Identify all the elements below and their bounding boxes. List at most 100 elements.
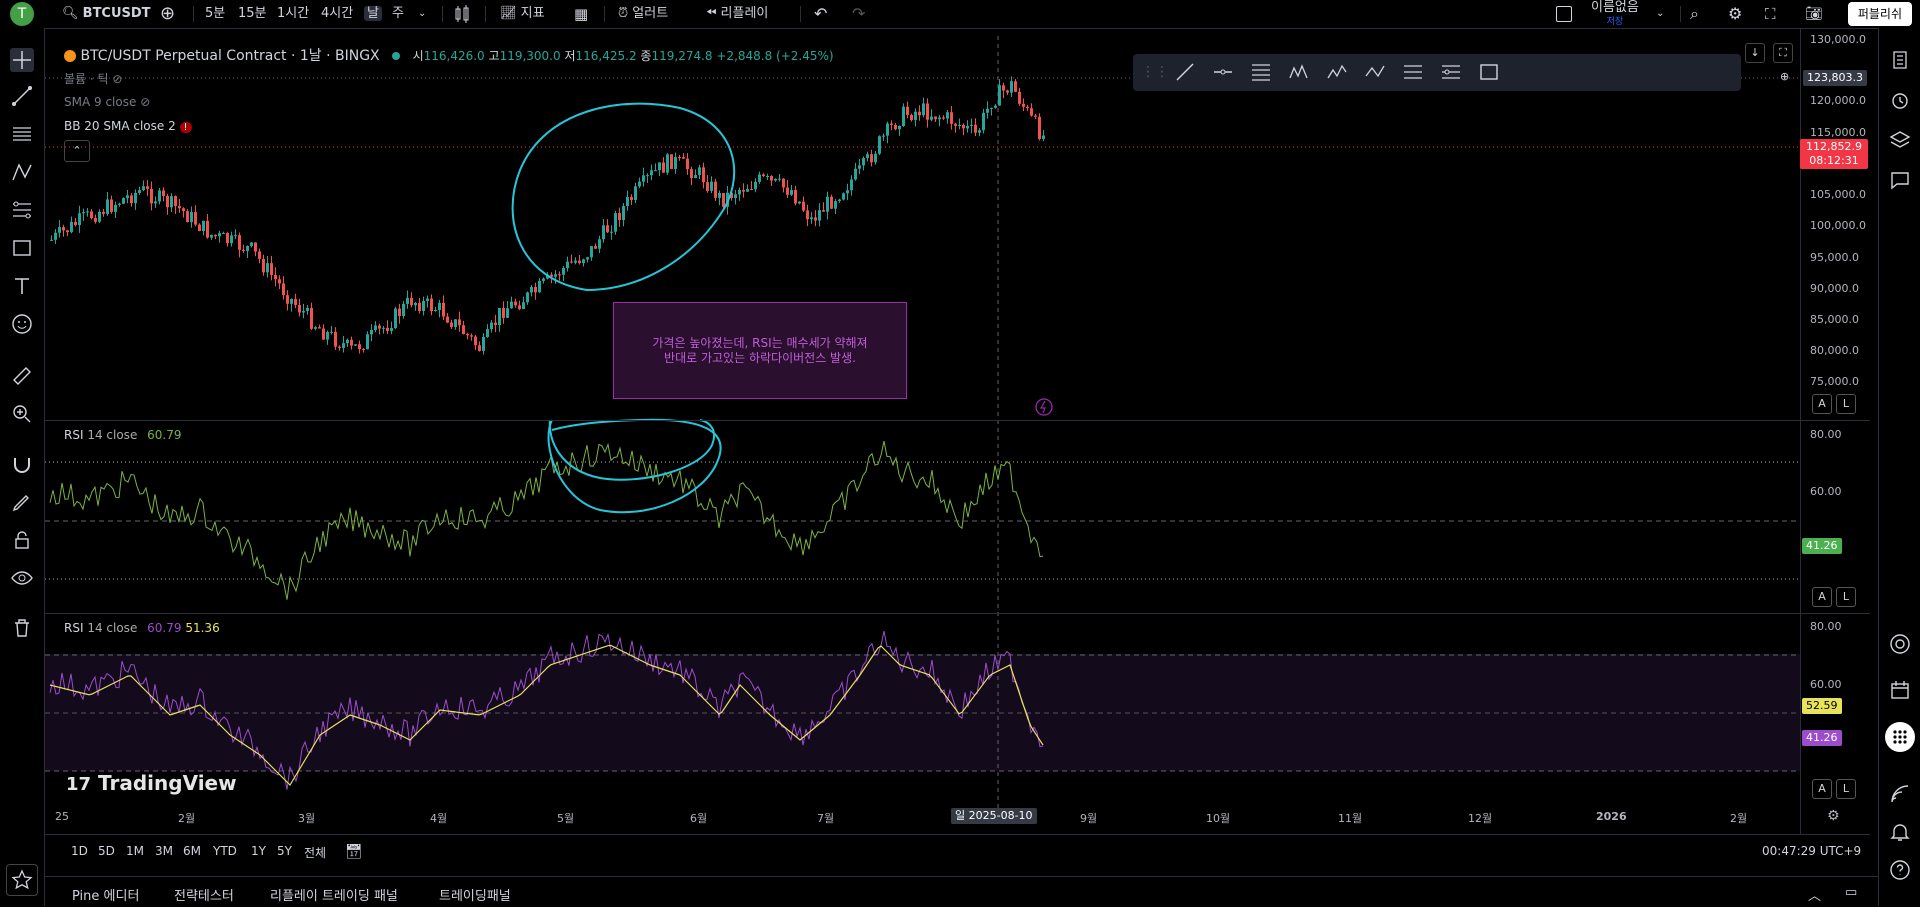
right-sidebar (1878, 28, 1920, 906)
fib-retracement-icon[interactable] (1401, 60, 1425, 84)
candle-body (958, 124, 961, 126)
sma-legend[interactable]: SMA 9 close ⊘ (64, 95, 150, 109)
candle-body (350, 339, 353, 346)
log-scale-button[interactable]: L (1836, 587, 1856, 607)
scroll-down-icon[interactable]: ↓ (1745, 43, 1765, 63)
price-chart[interactable] (0, 0, 1878, 834)
freehand-circle-price[interactable] (511, 102, 736, 292)
candle-body (650, 170, 653, 176)
fib-extension-icon[interactable] (1439, 60, 1463, 84)
chevron-up-icon[interactable]: ︿ (1808, 885, 1821, 904)
log-scale-button[interactable]: L (1836, 779, 1856, 799)
range-1m[interactable]: 1M (126, 844, 144, 858)
candle-body (938, 117, 941, 120)
candle-body (842, 193, 845, 200)
pane-divider (45, 420, 1870, 421)
range-6m[interactable]: 6M (183, 844, 201, 858)
candle-body (118, 203, 121, 205)
candle-body (58, 227, 61, 233)
calendar-icon[interactable] (1888, 678, 1912, 702)
candle-body (386, 327, 389, 331)
maximize-pane-icon[interactable]: ⛶ (1773, 43, 1793, 63)
watchlist-icon[interactable] (1888, 48, 1912, 72)
timezone-clock[interactable]: 00:47:29 UTC+9 (1762, 844, 1861, 858)
alarm-clock-icon[interactable] (1888, 88, 1912, 112)
candle-body (602, 225, 605, 240)
rectangle-icon[interactable] (1477, 60, 1501, 84)
elliott-wave-icon[interactable] (1287, 60, 1311, 84)
range-1y[interactable]: 1Y (251, 844, 266, 858)
freehand-circle-rsi-inner[interactable] (548, 419, 716, 481)
wave-abc-icon[interactable] (1363, 60, 1387, 84)
tab-trading-panel[interactable]: 트레이딩패널 (439, 885, 511, 904)
candle-body (406, 297, 409, 304)
candle-body (306, 307, 309, 311)
auto-scale-button[interactable]: A (1812, 587, 1832, 607)
time-axis-gear-icon[interactable]: ⚙ (1827, 808, 1840, 824)
signal-icon[interactable] (1888, 782, 1912, 806)
candle-body (218, 233, 221, 237)
tab-replay-trading[interactable]: 리플레이 트레이딩 패널 (270, 885, 398, 904)
volume-legend[interactable]: 볼륨 · 틱 ⊘ (64, 70, 122, 87)
date-range-bar: 1D 5D 1M 3M 6M YTD 1Y 5Y 전체 📅︎ 00:47:29 … (45, 834, 1870, 871)
trend-line-icon[interactable] (1173, 60, 1197, 84)
candle-body (662, 162, 665, 173)
candle-body (1030, 108, 1033, 116)
rsi2-legend[interactable]: RSI 14 close 60.79 51.36 (64, 621, 220, 635)
rsi2-tick: 80.00 (1810, 620, 1842, 633)
rsi-legend[interactable]: RSI 14 close 60.79 (64, 428, 182, 442)
text-annotation[interactable]: 가격은 높아졌는데, RSI는 매수세가 약해져 반대로 가고있는 하락다이버전… (613, 302, 907, 399)
layers-icon[interactable] (1888, 128, 1912, 152)
add-alert-plus-icon[interactable]: ⊕ (1780, 70, 1789, 83)
candle-body (1010, 81, 1013, 93)
chat-icon[interactable] (1888, 168, 1912, 192)
range-5y[interactable]: 5Y (277, 844, 292, 858)
drag-handle-icon[interactable]: ⋮⋮ (1141, 60, 1169, 84)
apps-grid-icon[interactable] (1885, 722, 1915, 752)
candle-body (454, 319, 457, 327)
target-icon[interactable] (1888, 632, 1912, 656)
high-value: 119,300.0 (499, 49, 561, 63)
lightning-icon[interactable] (1035, 398, 1053, 416)
time-tick: 2월 (1730, 812, 1748, 825)
maximize-panel-icon[interactable]: ▭ (1845, 885, 1857, 900)
log-scale-button[interactable]: L (1836, 394, 1856, 414)
range-all[interactable]: 전체 (304, 844, 326, 861)
candle-body (474, 336, 477, 346)
candle-body (86, 211, 89, 213)
eye-off-icon[interactable]: ⊘ (140, 95, 150, 109)
auto-scale-button[interactable]: A (1812, 394, 1832, 414)
range-ytd[interactable]: YTD (213, 844, 237, 858)
candle-body (850, 179, 853, 191)
candle-body (834, 201, 837, 209)
candle-body (230, 235, 233, 244)
btc-logo-icon (64, 50, 76, 62)
horizontal-ray-icon[interactable] (1211, 60, 1235, 84)
range-5d[interactable]: 5D (98, 844, 115, 858)
bb-legend[interactable]: BB 20 SMA close 2 ! (64, 119, 192, 133)
candle-body (746, 188, 749, 192)
wave-12345-icon[interactable] (1325, 60, 1349, 84)
candle-body (642, 175, 645, 182)
calendar-goto-icon[interactable]: 📅︎ (345, 844, 363, 860)
parallel-channel-icon[interactable] (1249, 60, 1273, 84)
auto-scale-button[interactable]: A (1812, 779, 1832, 799)
candle-body (698, 167, 701, 175)
help-icon[interactable] (1888, 858, 1912, 882)
range-1d[interactable]: 1D (71, 844, 88, 858)
candle-body (138, 190, 141, 193)
tab-pine-editor[interactable]: Pine 에디터 (72, 885, 139, 904)
candle-body (238, 235, 241, 250)
candle-body (70, 221, 73, 233)
crosshair-date-tag: 일 2025-08-10 (951, 808, 1037, 824)
tab-strategy-tester[interactable]: 전략테스터 (174, 885, 234, 904)
range-3m[interactable]: 3M (155, 844, 173, 858)
candle-body (458, 319, 461, 326)
error-icon[interactable]: ! (179, 122, 192, 133)
candle-body (198, 224, 201, 231)
star-favorites-icon[interactable] (6, 864, 38, 896)
collapse-legend-button[interactable]: ⌃ (64, 140, 90, 162)
candle-body (758, 174, 761, 182)
bell-icon[interactable] (1888, 820, 1912, 844)
eye-off-icon[interactable]: ⊘ (112, 72, 122, 86)
